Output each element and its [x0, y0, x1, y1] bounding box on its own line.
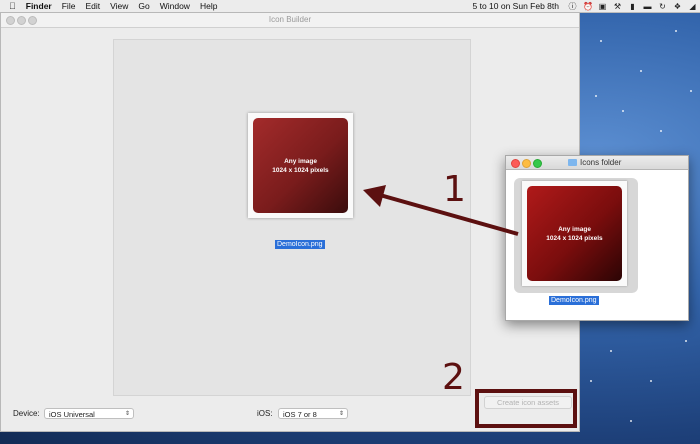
icon-text-line2: 1024 x 1024 pixels: [546, 234, 603, 242]
menu-edit[interactable]: Edit: [80, 1, 105, 11]
device-label: Device:: [13, 409, 40, 418]
close-button[interactable]: [6, 16, 15, 25]
menu-file[interactable]: File: [57, 1, 81, 11]
ios-version-value: iOS 7 or 8: [283, 410, 317, 419]
minimize-button[interactable]: [17, 16, 26, 25]
window-titlebar: Icon Builder: [1, 13, 579, 28]
finder-file-name[interactable]: DemoIcon.png: [549, 296, 599, 305]
step1-number: 1: [443, 169, 466, 210]
wifi-icon[interactable]: ◢: [688, 2, 697, 11]
icon-text-line1: Any image: [284, 157, 317, 165]
zoom-button[interactable]: [28, 16, 37, 25]
icon-text-line2: 1024 x 1024 pixels: [272, 166, 329, 174]
icon-text-line1: Any image: [558, 225, 591, 233]
device-value: iOS Universal: [49, 410, 95, 419]
menu-help[interactable]: Help: [195, 1, 222, 11]
menu-go[interactable]: Go: [133, 1, 154, 11]
window-title: Icon Builder: [268, 15, 312, 24]
battery-icon[interactable]: ▮: [628, 2, 637, 11]
chevron-updown-icon: ⇕: [124, 411, 130, 417]
menu-window[interactable]: Window: [155, 1, 195, 11]
minimize-button[interactable]: [522, 159, 531, 168]
ios-label: iOS:: [257, 409, 273, 418]
finder-titlebar: Icons folder: [506, 156, 688, 170]
dropped-icon-image[interactable]: Any image 1024 x 1024 pixels: [248, 113, 353, 218]
step2-highlight-box: [475, 389, 577, 428]
dropbox-icon[interactable]: ❖: [673, 2, 682, 11]
ios-version-select[interactable]: iOS 7 or 8 ⇕: [278, 408, 348, 419]
close-button[interactable]: [511, 159, 520, 168]
folder-icon: [568, 159, 577, 166]
icon-artwork: Any image 1024 x 1024 pixels: [527, 186, 622, 281]
box-icon[interactable]: ▣: [598, 2, 607, 11]
chevron-updown-icon: ⇕: [338, 411, 344, 417]
zoom-button[interactable]: [533, 159, 542, 168]
apple-icon[interactable]: : [0, 1, 21, 11]
finder-file-icon[interactable]: Any image 1024 x 1024 pixels: [522, 181, 627, 286]
icon-builder-window: Icon Builder Device: iOS Universal ⇕ iOS…: [0, 12, 580, 432]
icon-artwork: Any image 1024 x 1024 pixels: [253, 118, 348, 213]
info-icon[interactable]: ⓘ: [568, 2, 577, 11]
finder-title: Icons folder: [580, 158, 622, 167]
dropped-file-name: DemoIcon.png: [275, 240, 325, 249]
alarm-icon[interactable]: ⏰: [583, 2, 593, 11]
menu-finder[interactable]: Finder: [21, 1, 57, 11]
step2-number: 2: [442, 357, 465, 398]
wrench-icon[interactable]: ⚒: [613, 2, 622, 11]
sync-icon[interactable]: ↻: [658, 2, 667, 11]
drive-icon[interactable]: ▬: [643, 2, 652, 11]
device-select[interactable]: iOS Universal ⇕: [44, 408, 134, 419]
menubar-clock[interactable]: 5 to 10 on Sun Feb 8th: [467, 1, 565, 11]
menu-view[interactable]: View: [105, 1, 133, 11]
finder-window: Icons folder Any image 1024 x 1024 pixel…: [505, 155, 689, 321]
